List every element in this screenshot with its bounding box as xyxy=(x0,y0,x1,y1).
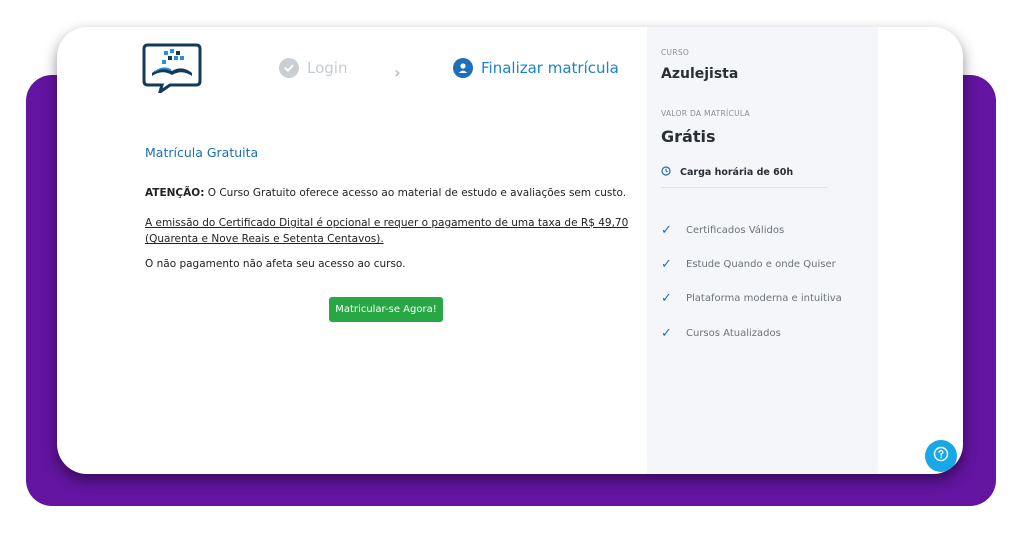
chevron-right-icon: › xyxy=(394,63,401,82)
check-circle-icon xyxy=(279,58,299,78)
price: Grátis xyxy=(661,127,716,146)
checkmark-icon: ✓ xyxy=(661,291,672,307)
notice-body: O Curso Gratuito oferece acesso ao mater… xyxy=(204,187,627,199)
non-payment-text: O não pagamento não afeta seu acesso ao … xyxy=(145,258,406,270)
benefit-label: Cursos Atualizados xyxy=(686,327,781,339)
checkmark-icon: ✓ xyxy=(661,222,672,238)
course-hours: Carga horária de 60h xyxy=(661,166,793,179)
step-login: Login xyxy=(279,58,347,78)
course-summary-panel: CURSO Azulejista VALOR DA MATRÍCULA Grát… xyxy=(647,27,878,474)
notice-label: ATENÇÃO: xyxy=(145,187,205,199)
logo-icon[interactable] xyxy=(142,41,202,96)
price-label: VALOR DA MATRÍCULA xyxy=(661,109,750,118)
course-label: CURSO xyxy=(661,48,690,57)
benefit-label: Plataforma moderna e intuitiva xyxy=(686,293,842,305)
benefit-label: Certificados Válidos xyxy=(686,224,785,236)
step-finalize-label: Finalizar matrícula xyxy=(481,59,619,77)
clock-icon xyxy=(661,166,671,179)
checkmark-icon: ✓ xyxy=(661,325,672,341)
help-button[interactable] xyxy=(925,440,957,472)
benefits-list: ✓ Certificados Válidos ✓ Estude Quando e o… xyxy=(661,213,842,350)
help-icon xyxy=(933,446,949,466)
certificate-fee-text: A emissão do Certificado Digital é opcio… xyxy=(145,217,629,245)
benefit-item: ✓ Plataforma moderna e intuitiva xyxy=(661,282,842,316)
enrollment-window: Login › Finalizar matrícula Matrícula Gr… xyxy=(57,27,963,474)
benefit-item: ✓ Cursos Atualizados xyxy=(661,316,842,350)
benefit-item: ✓ Certificados Válidos xyxy=(661,213,842,247)
enrollment-title: Matrícula Gratuita xyxy=(145,145,259,160)
checkmark-icon: ✓ xyxy=(661,256,672,272)
notice-text: ATENÇÃO: O Curso Gratuito oferece acesso… xyxy=(145,187,626,199)
course-hours-label: Carga horária de 60h xyxy=(680,167,794,178)
step-login-label: Login xyxy=(307,59,348,77)
summary-divider xyxy=(661,187,828,188)
enroll-now-button[interactable]: Matricular-se Agora! xyxy=(329,297,443,322)
step-finalize: Finalizar matrícula xyxy=(453,58,619,78)
course-name: Azulejista xyxy=(661,66,739,82)
benefit-item: ✓ Estude Quando e onde Quiser xyxy=(661,247,842,281)
graduation-icon xyxy=(453,58,473,78)
benefit-label: Estude Quando e onde Quiser xyxy=(686,258,836,270)
